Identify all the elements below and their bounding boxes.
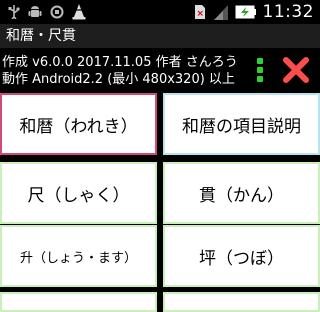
usb-icon bbox=[8, 5, 20, 19]
more-options-icon[interactable] bbox=[256, 58, 264, 84]
notification-icons bbox=[8, 4, 86, 20]
menu-button-partial-left[interactable] bbox=[0, 292, 157, 312]
menu-button-kan[interactable]: 貫（かん） bbox=[163, 162, 320, 224]
menu-button-shou[interactable]: 升（しょう・ます） bbox=[0, 225, 157, 287]
menu-button-wareki-help[interactable]: 和暦の項目説明 bbox=[163, 93, 320, 155]
info-line-requirements: 動作 Android2.2 (最小 480x320) 以上 bbox=[2, 72, 235, 87]
sync-icon bbox=[50, 5, 64, 19]
signal-icon bbox=[213, 5, 228, 20]
vlc-cone-icon bbox=[72, 4, 86, 20]
status-clock: 11:32 bbox=[262, 2, 314, 22]
menu-button-wareki[interactable]: 和暦（われき） bbox=[0, 93, 157, 155]
battery-charging-icon bbox=[235, 5, 256, 19]
menu-button-tsubo[interactable]: 坪（つぼ） bbox=[163, 225, 320, 287]
system-icons: × 11:32 bbox=[193, 2, 315, 22]
svg-text:×: × bbox=[196, 9, 204, 19]
app-title: 和暦・尺貫 bbox=[6, 28, 76, 44]
menu-grid: 和暦（われき） 和暦の項目説明 尺（しゃく） 貫（かん） 升（しょう・ます） 坪… bbox=[0, 93, 320, 312]
close-icon[interactable] bbox=[281, 55, 311, 85]
menu-button-partial-right[interactable] bbox=[163, 292, 320, 312]
app-title-bar: 和暦・尺貫 bbox=[0, 24, 320, 48]
status-bar: × 11:32 bbox=[0, 0, 320, 24]
android-debug-icon bbox=[28, 6, 42, 17]
app-info: 作成 v6.0.0 2017.11.05 作者 さんろう 動作 Android2… bbox=[0, 49, 320, 90]
sim-error-icon: × bbox=[194, 5, 205, 19]
menu-button-shaku[interactable]: 尺（しゃく） bbox=[0, 162, 157, 224]
